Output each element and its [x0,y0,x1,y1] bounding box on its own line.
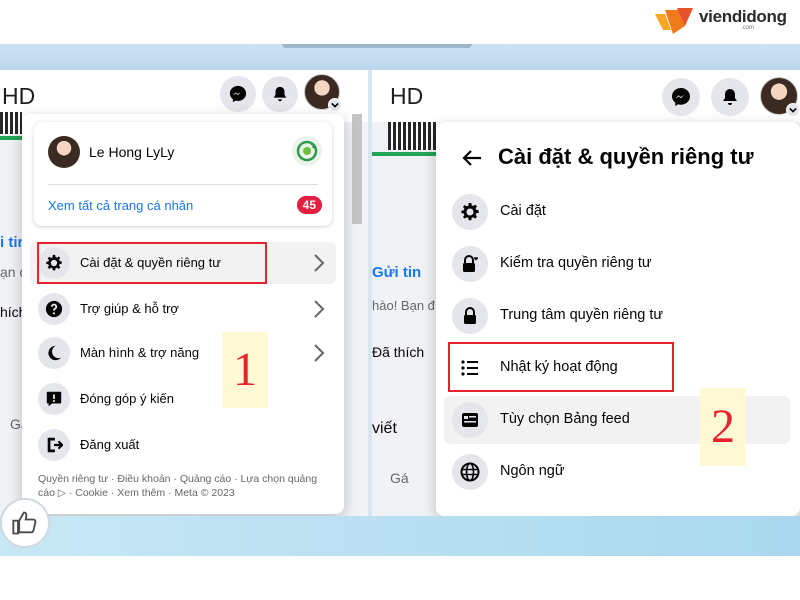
lock-heart-icon [452,246,488,282]
qr-code-image [388,122,438,150]
facebook-top-bar: HD [372,70,800,122]
menu-item-label: Ngôn ngữ [500,463,565,479]
notifications-button[interactable] [262,76,298,112]
green-accent-bar [372,152,436,156]
chevron-down-icon [786,103,800,117]
menu-item-display-accessibility[interactable]: Màn hình & trợ năng [30,332,336,374]
step-number-1: 1 [222,332,268,408]
menu-item-privacy-checkup[interactable]: Kiểm tra quyền riêng tư [444,240,790,288]
viendidong-logo: viendidong .com [655,4,795,40]
like-button[interactable] [0,498,50,548]
menu-item-log-out[interactable]: Đăng xuất [30,424,336,466]
bg-greeting: hào! Bạn đ [372,298,435,313]
question-icon [38,293,70,325]
scrollbar[interactable] [352,114,362,224]
switch-profile-button[interactable] [292,136,322,166]
profile-count-badge: 45 [296,196,322,214]
messenger-icon [672,88,690,106]
chevron-right-icon [314,344,325,362]
highlight-box-step-2 [448,342,674,392]
globe-icon [452,454,488,490]
menu-title: Cài đặt & quyền riêng tư [498,144,754,169]
header-text: HD [2,83,36,109]
chevron-right-icon [314,254,325,272]
profile-divider [48,184,318,185]
bg-write-post: viết [372,420,397,437]
logout-icon [38,429,70,461]
menu-item-label: Trung tâm quyền riêng tư [500,307,664,323]
feed-icon [452,402,488,438]
menu-item-label: Đóng góp ý kiến [80,391,174,406]
lock-icon [452,298,488,334]
messenger-button[interactable] [220,76,256,112]
menu-item-label: Đăng xuất [80,437,140,452]
messenger-icon [229,85,247,103]
menu-item-label: Tùy chọn Bảng feed [500,411,630,427]
account-avatar-button[interactable] [304,74,342,112]
profile-avatar [48,136,80,168]
messenger-button[interactable] [662,78,700,116]
green-accent-bar [0,136,22,140]
menu-item-label: Trợ giúp & hỗ trợ [80,301,179,316]
qr-code-image [0,112,22,134]
view-all-profiles-link[interactable]: Xem tất cả trang cá nhân [48,198,193,213]
left-screenshot: HD i tin ạn đ hích Gá Le Hong LyLy Xem t… [0,70,368,516]
profile-name: Le Hong LyLy [89,144,175,160]
menu-item-label: Kiểm tra quyền riêng tư [500,255,652,271]
logo-mark-icon [655,8,693,34]
moon-icon [38,337,70,369]
bell-icon [273,86,287,102]
browser-top-band [0,44,800,70]
logo-text: viendidong [699,7,787,26]
profile-card[interactable]: Le Hong LyLy Xem tất cả trang cá nhân 45 [34,122,332,226]
menu-item-help-support[interactable]: Trợ giúp & hỗ trợ [30,288,336,330]
thumbs-up-icon [12,511,37,535]
menu-item-label: Màn hình & trợ năng [80,345,200,360]
menu-item-label: Cài đặt [500,203,546,219]
bg-liked: Đã thích [372,344,425,360]
feedback-icon [38,383,70,415]
notifications-button[interactable] [711,78,749,116]
header-text: HD [390,83,424,109]
highlight-box-step-1 [37,242,267,284]
chevron-right-icon [314,300,325,318]
back-button[interactable] [458,144,486,172]
arrow-left-icon [462,150,481,166]
menu-item-privacy-center[interactable]: Trung tâm quyền riêng tư [444,292,790,340]
menu-item-settings[interactable]: Cài đặt [444,188,790,236]
gear-icon [452,194,488,230]
bg-post-item: Gá [390,470,409,486]
account-avatar-button[interactable] [760,77,800,117]
bg-send-message: Gửi tin [372,264,422,281]
step-number-2: 2 [700,388,746,466]
menu-item-give-feedback[interactable]: Đóng góp ý kiến [30,378,336,420]
browser-bottom-band [0,516,800,556]
logo-subtext: .com [741,25,755,31]
chevron-down-icon [328,98,342,112]
bell-icon [723,89,737,105]
account-dropdown-menu: Le Hong LyLy Xem tất cả trang cá nhân 45… [22,114,344,514]
page-bottom [0,556,800,600]
footer-links[interactable]: Quyền riêng tư · Điều khoản · Quảng cáo … [38,472,332,500]
refresh-icon [296,140,318,162]
right-screenshot: HD Gửi tin hào! Bạn đ Đã thích viết Gá C… [372,70,800,516]
